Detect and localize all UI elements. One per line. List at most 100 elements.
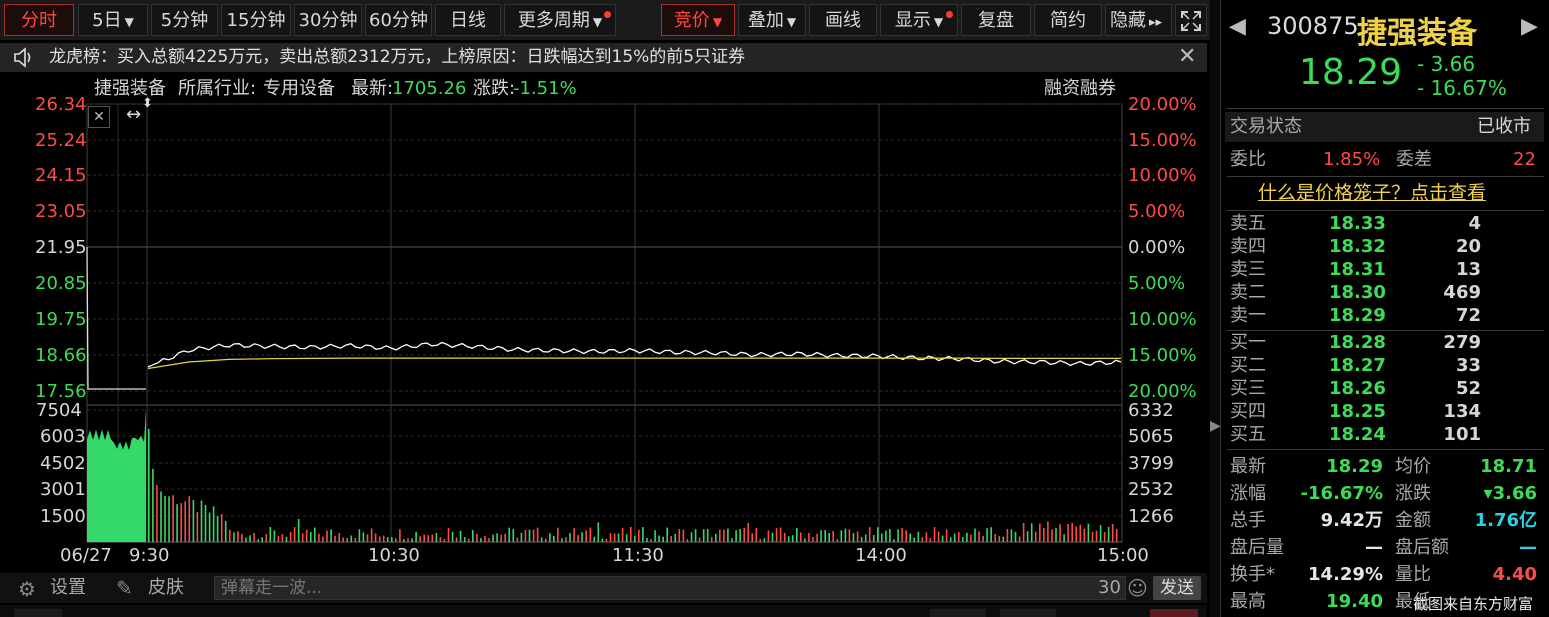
order-book-row[interactable]: 买二 18.27 33: [1221, 355, 1549, 378]
order-book-row[interactable]: 卖四 18.32 20: [1221, 236, 1549, 259]
order-book-row[interactable]: 卖一 18.29 72: [1221, 305, 1549, 328]
volume-bar: [1022, 523, 1025, 542]
stock-name: 捷强装备: [1357, 16, 1477, 51]
stat-label: 最新: [1230, 456, 1266, 477]
volume-bar: [229, 529, 231, 542]
volume-bar: [419, 536, 421, 542]
stat-value: 9.42万: [1320, 510, 1383, 531]
tab-stub[interactable]: [930, 609, 986, 617]
order-book-row[interactable]: 卖二 18.30 469: [1221, 282, 1549, 305]
stats-row: 盘后量 — 盘后额 —: [1221, 537, 1549, 563]
volume-bar: [638, 529, 640, 542]
send-button[interactable]: 发送: [1153, 576, 1201, 600]
order-book-row[interactable]: 买三 18.26 52: [1221, 378, 1549, 401]
order-book-row[interactable]: 卖三 18.31 13: [1221, 259, 1549, 282]
stat-label: 涨幅: [1230, 483, 1266, 504]
panel-divider[interactable]: ▶: [1210, 0, 1221, 617]
volume-bar: [152, 468, 154, 542]
price-cage-link[interactable]: 什么是价格笼子？点击查看: [1258, 183, 1486, 203]
volume-bar: [212, 506, 215, 542]
close-icon[interactable]: ✕: [88, 106, 110, 128]
price-tick-label: 18.66: [35, 345, 87, 366]
stats-row: 最新 18.29 均价 18.71: [1221, 456, 1549, 482]
stat-value: ▾3.66: [1483, 483, 1537, 504]
volume-bar: [897, 529, 899, 542]
volume-bar: [771, 532, 774, 542]
volume-bar: [1103, 532, 1106, 542]
volume-bar: [824, 530, 826, 542]
volume-bar: [1006, 529, 1009, 542]
volume-bar: [848, 529, 851, 542]
gear-icon[interactable]: ⚙: [18, 577, 36, 601]
volume-bar: [261, 537, 263, 542]
price-tick-label: 26.34: [35, 94, 87, 115]
divider: [1227, 176, 1544, 177]
volume-bar: [370, 528, 373, 542]
intraday-chart[interactable]: [0, 0, 1210, 572]
volume-bar: [690, 532, 693, 542]
auction-volume-area: [87, 408, 146, 542]
volume-bar: [589, 527, 592, 542]
previous-stock-icon[interactable]: ◀: [1229, 14, 1246, 39]
resize-horizontal-icon[interactable]: ↔: [126, 104, 141, 125]
volume-bar: [553, 536, 555, 542]
volume-bar: [427, 535, 429, 542]
volume-bars: [87, 408, 1118, 542]
tab-stub[interactable]: [14, 609, 62, 617]
volume-bar: [467, 538, 470, 542]
price-tick-label: 20.85: [35, 273, 87, 294]
chart-grid: [86, 103, 1123, 543]
volume-bar: [168, 496, 170, 542]
stat-value: 1.76亿: [1474, 510, 1537, 531]
settings-button[interactable]: 设置: [50, 578, 86, 598]
stat-label: 涨跌: [1395, 483, 1431, 504]
volume-bar: [646, 538, 648, 542]
book-volume: 72: [1455, 305, 1481, 326]
order-book-row[interactable]: 买一 18.28 279: [1221, 332, 1549, 355]
volume-bar: [528, 529, 531, 542]
volume-bar: [658, 535, 660, 542]
drag-handle-icon[interactable]: ⬍: [142, 96, 153, 111]
book-price: 18.31: [1329, 259, 1386, 280]
quote-panel: ◀ 300875 捷强装备 ▶ 18.29 - 3.66 - 16.67% 交易…: [1220, 0, 1549, 617]
next-stock-icon[interactable]: ▶: [1521, 14, 1538, 39]
volume-bar: [318, 533, 320, 542]
tab-stub[interactable]: [1150, 609, 1198, 617]
volume-bar: [613, 533, 616, 542]
volume-bar: [751, 533, 753, 542]
volume-bar: [925, 532, 928, 542]
volume-bar: [723, 529, 725, 542]
stat-value: 18.29: [1326, 456, 1383, 477]
book-level-label: 卖三: [1230, 259, 1266, 280]
stats-row: 涨幅 -16.67% 涨跌 ▾3.66: [1221, 483, 1549, 509]
tab-stub[interactable]: [1000, 609, 1056, 617]
volume-bar: [621, 527, 624, 542]
order-book-row[interactable]: 买四 18.25 134: [1221, 401, 1549, 424]
volume-bar: [184, 501, 186, 542]
trade-status-value: 已收市: [1477, 116, 1531, 137]
stats-row: 换手* 14.29% 量比 4.40: [1221, 564, 1549, 590]
trade-status-label: 交易状态: [1230, 116, 1302, 137]
volume-bar: [617, 533, 620, 542]
volume-bar: [998, 535, 1001, 542]
order-book-row[interactable]: 卖五 18.33 4: [1221, 213, 1549, 236]
volume-bar: [391, 537, 393, 542]
danmu-input[interactable]: [214, 576, 1126, 600]
book-level-label: 卖二: [1230, 282, 1266, 303]
volume-bar: [407, 538, 409, 542]
order-book-row[interactable]: 买五 18.24 101: [1221, 424, 1549, 447]
volume-bar: [808, 532, 810, 542]
brush-icon[interactable]: ✎: [116, 576, 133, 600]
skin-button[interactable]: 皮肤: [148, 578, 184, 598]
volume-tick-label: 6332: [1128, 400, 1174, 421]
volume-bar: [868, 527, 871, 542]
volume-bar: [496, 533, 498, 542]
volume-bar: [581, 532, 583, 542]
stat-value: —: [1365, 537, 1383, 558]
stat-value: 18.71: [1480, 456, 1537, 477]
book-volume: 52: [1455, 378, 1481, 399]
volume-bar: [289, 532, 292, 542]
emoji-icon[interactable]: ☺: [1127, 576, 1148, 600]
volume-bar: [350, 535, 353, 542]
volume-bar: [1075, 526, 1077, 542]
